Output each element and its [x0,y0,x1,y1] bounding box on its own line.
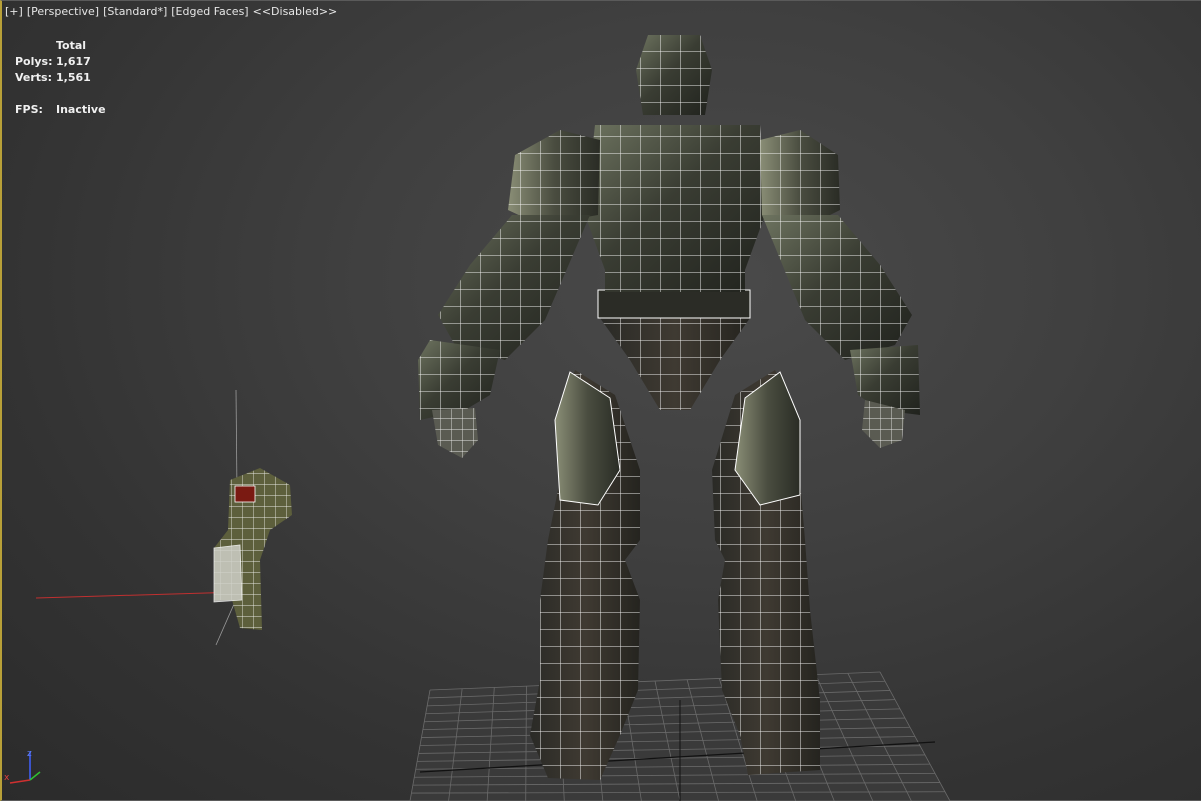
world-axis-gizmo: z x [4,749,41,784]
rifle-axis-x [35,591,241,599]
character-mesh[interactable] [418,35,920,780]
ground-grid [409,671,951,801]
gizmo-x-label: x [4,773,10,783]
scene-canvas[interactable]: z x [0,0,1201,801]
gizmo-z-label: z [27,749,32,759]
rifle-mesh[interactable] [35,389,292,646]
